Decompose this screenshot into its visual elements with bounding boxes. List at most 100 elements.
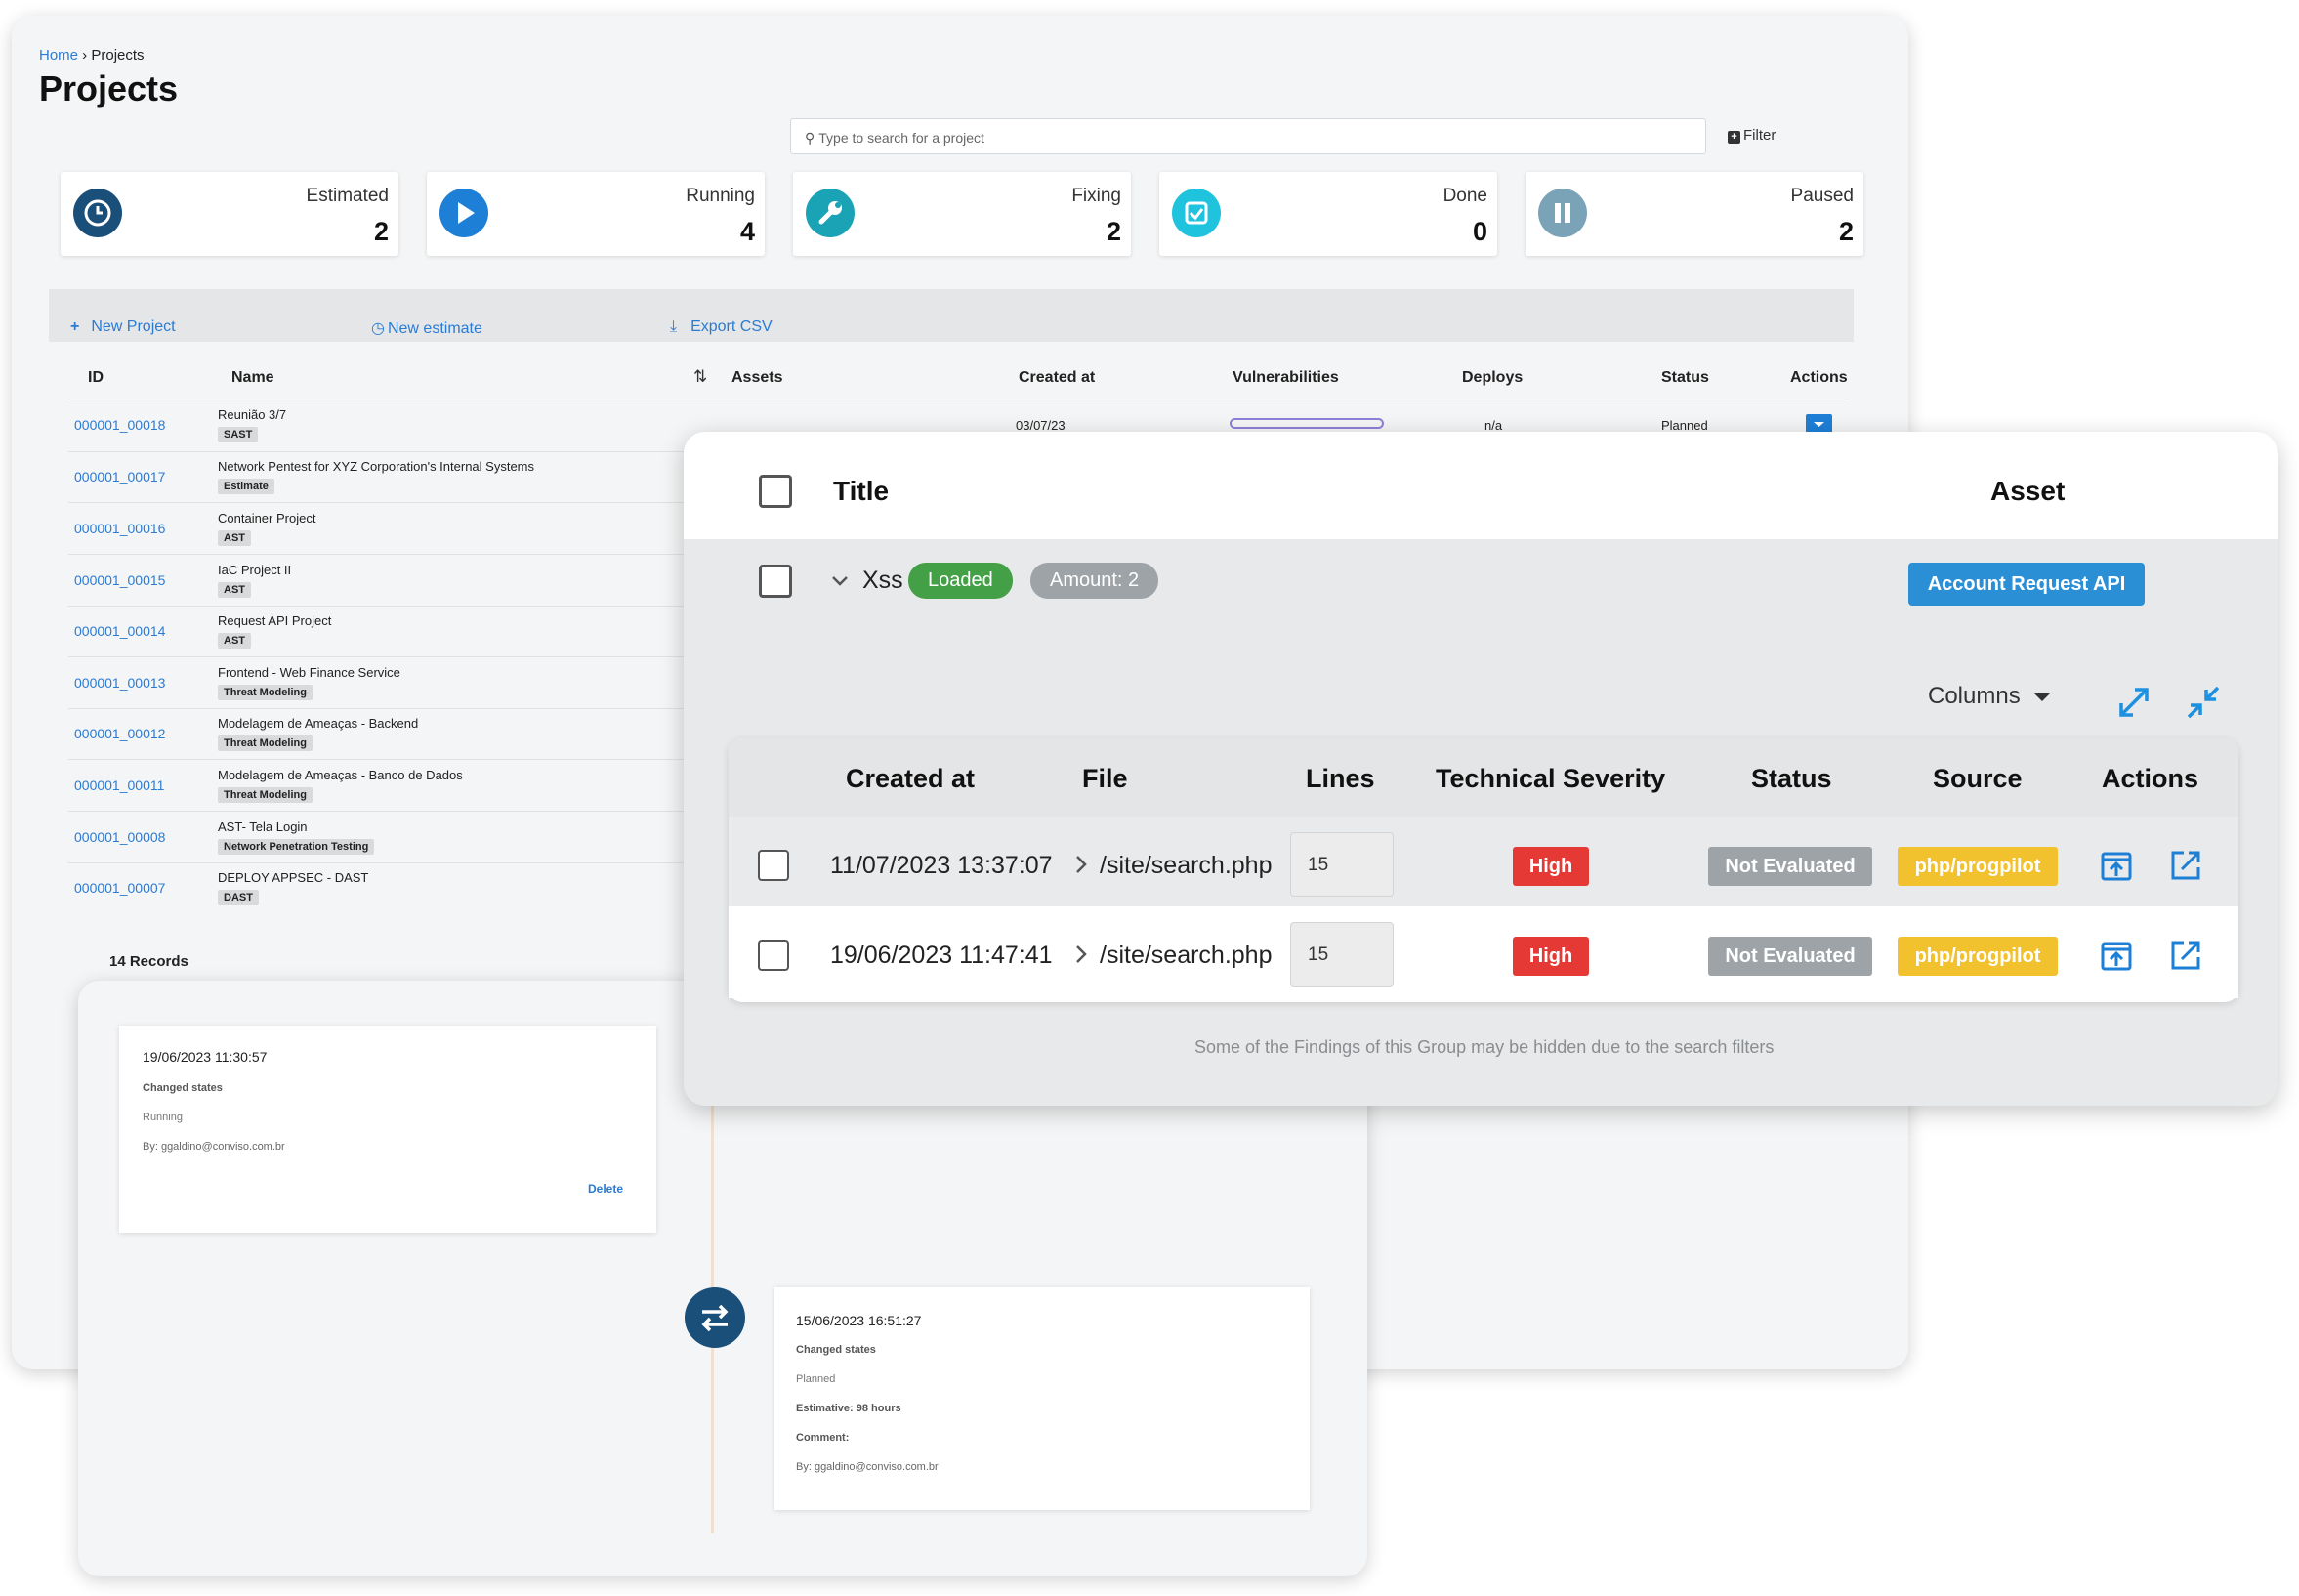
caret-down-icon xyxy=(2033,693,2050,701)
project-id-link[interactable]: 000001_00018 xyxy=(74,417,165,433)
project-id-link[interactable]: 000001_00016 xyxy=(74,521,165,536)
open-external-icon[interactable] xyxy=(2168,848,2201,881)
col-lines[interactable]: Lines xyxy=(1306,764,1375,794)
timeline-marker xyxy=(685,1287,745,1348)
project-name[interactable]: AST- Tela Login Network Penetration Testi… xyxy=(218,819,375,855)
actions-dropdown-button[interactable] xyxy=(1806,414,1832,434)
col-technical-severity[interactable]: Technical Severity xyxy=(1436,764,1665,794)
new-estimate-button[interactable]: ◷ New estimate xyxy=(371,318,482,338)
stat-label: Done xyxy=(1442,186,1487,206)
project-id-link[interactable]: 000001_00015 xyxy=(74,572,165,588)
timeline-comment: Comment: xyxy=(796,1432,850,1444)
export-csv-button[interactable]: ⤓ Export CSV xyxy=(670,318,773,336)
columns-dropdown[interactable]: Columns xyxy=(1928,683,2050,710)
project-tag: Threat Modeling xyxy=(218,787,313,803)
project-name-text: AST- Tela Login xyxy=(218,819,308,834)
stat-value: 0 xyxy=(1472,217,1487,246)
stat-card-running[interactable]: Running 4 xyxy=(427,172,765,256)
col-deploys[interactable]: Deploys xyxy=(1462,369,1523,387)
project-name[interactable]: Reunião 3/7 SAST xyxy=(218,407,286,442)
filter-button[interactable]: + Filter xyxy=(1728,127,1776,144)
chevron-down-icon[interactable] xyxy=(830,570,850,595)
expand-icon[interactable] xyxy=(2115,684,2153,726)
asset-button[interactable]: Account Request API xyxy=(1908,563,2145,606)
col-status[interactable]: Status xyxy=(1751,764,1832,794)
project-id-link[interactable]: 000001_00013 xyxy=(74,675,165,691)
sort-icon[interactable]: ⇅ xyxy=(693,367,707,387)
col-asset[interactable]: Asset xyxy=(1990,476,2065,507)
col-actions[interactable]: Actions xyxy=(1790,369,1848,387)
delete-link[interactable]: Delete xyxy=(588,1182,623,1196)
download-icon: ⤓ xyxy=(670,318,678,335)
project-name[interactable]: Modelagem de Ameaças - Backend Threat Mod… xyxy=(218,716,418,751)
stat-card-paused[interactable]: Paused 2 xyxy=(1526,172,1863,256)
status-badge: Not Evaluated xyxy=(1708,937,1872,976)
upload-window-icon[interactable] xyxy=(2100,940,2133,973)
group-name: Xss xyxy=(862,567,903,594)
col-created-at[interactable]: Created at xyxy=(846,764,975,794)
collapse-icon[interactable] xyxy=(2185,684,2222,726)
finding-checkbox[interactable] xyxy=(758,940,789,971)
col-file[interactable]: File xyxy=(1082,764,1128,794)
col-id[interactable]: ID xyxy=(88,369,104,387)
timeline-entry: 15/06/2023 16:51:27 Changed states Plann… xyxy=(774,1287,1310,1510)
chevron-right-icon[interactable] xyxy=(1072,944,1090,970)
chevron-right-icon[interactable] xyxy=(1072,854,1090,880)
timeline-estimative: Estimative: 98 hours xyxy=(796,1403,901,1414)
project-tag: Network Penetration Testing xyxy=(218,839,375,855)
breadcrumb: Home › Projects xyxy=(39,47,145,63)
col-title[interactable]: Title xyxy=(833,476,889,507)
search-icon: ⚲ xyxy=(805,130,815,146)
project-name[interactable]: DEPLOY APPSEC - DAST DAST xyxy=(218,870,368,905)
stat-card-done[interactable]: Done 0 xyxy=(1159,172,1497,256)
project-id-link[interactable]: 000001_00017 xyxy=(74,469,165,484)
open-external-icon[interactable] xyxy=(2168,938,2201,971)
play-icon xyxy=(439,189,488,237)
stat-card-fixing[interactable]: Fixing 2 xyxy=(793,172,1131,256)
new-project-button[interactable]: + New Project xyxy=(70,318,176,336)
search-input[interactable]: ⚲ Type to search for a project xyxy=(790,118,1706,154)
project-tag: Threat Modeling xyxy=(218,735,313,751)
upload-window-icon[interactable] xyxy=(2100,850,2133,883)
severity-badge: High xyxy=(1513,847,1589,886)
project-name[interactable]: Container Project AST xyxy=(218,511,315,546)
project-id-link[interactable]: 000001_00011 xyxy=(74,777,164,793)
stat-value: 2 xyxy=(1106,217,1121,246)
finding-checkbox[interactable] xyxy=(758,850,789,881)
project-name-text: DEPLOY APPSEC - DAST xyxy=(218,870,369,885)
project-tag: Threat Modeling xyxy=(218,685,313,700)
col-vulnerabilities[interactable]: Vulnerabilities xyxy=(1233,369,1339,387)
col-assets[interactable]: Assets xyxy=(732,369,782,387)
project-id-link[interactable]: 000001_00014 xyxy=(74,623,165,639)
project-name[interactable]: Frontend - Web Finance Service Threat Mod… xyxy=(218,665,400,700)
project-name[interactable]: Modelagem de Ameaças - Banco de Dados Thr… xyxy=(218,768,463,803)
project-name-text: Network Pentest for XYZ Corporation's In… xyxy=(218,459,534,474)
project-id-link[interactable]: 000001_00007 xyxy=(74,880,165,896)
project-id-link[interactable]: 000001_00012 xyxy=(74,726,165,741)
timeline-date: 15/06/2023 16:51:27 xyxy=(796,1313,922,1328)
clock-icon xyxy=(73,189,122,237)
stat-card-estimated[interactable]: Estimated 2 xyxy=(61,172,398,256)
plus-icon: + xyxy=(70,318,80,335)
col-name[interactable]: Name xyxy=(231,369,274,387)
col-actions[interactable]: Actions xyxy=(2102,764,2198,794)
project-name[interactable]: IaC Project II AST xyxy=(218,563,291,598)
project-name[interactable]: Network Pentest for XYZ Corporation's In… xyxy=(218,459,534,494)
select-all-checkbox[interactable] xyxy=(759,475,792,508)
col-created-at[interactable]: Created at xyxy=(1019,369,1095,387)
project-id-link[interactable]: 000001_00008 xyxy=(74,829,165,845)
col-source[interactable]: Source xyxy=(1933,764,2023,794)
vulnerabilities-bar xyxy=(1230,418,1384,429)
finding-file[interactable]: /site/search.php xyxy=(1100,852,1273,880)
check-icon xyxy=(1172,189,1221,237)
columns-label: Columns xyxy=(1928,683,2021,709)
project-tag: SAST xyxy=(218,427,259,442)
project-name-text: Modelagem de Ameaças - Backend xyxy=(218,716,419,731)
project-name[interactable]: Request API Project AST xyxy=(218,613,331,649)
group-checkbox[interactable] xyxy=(759,565,792,598)
finding-file[interactable]: /site/search.php xyxy=(1100,942,1273,970)
project-name-text: Container Project xyxy=(218,511,316,525)
new-project-label: New Project xyxy=(91,318,176,335)
col-status[interactable]: Status xyxy=(1661,369,1709,387)
breadcrumb-home-link[interactable]: Home xyxy=(39,47,78,63)
